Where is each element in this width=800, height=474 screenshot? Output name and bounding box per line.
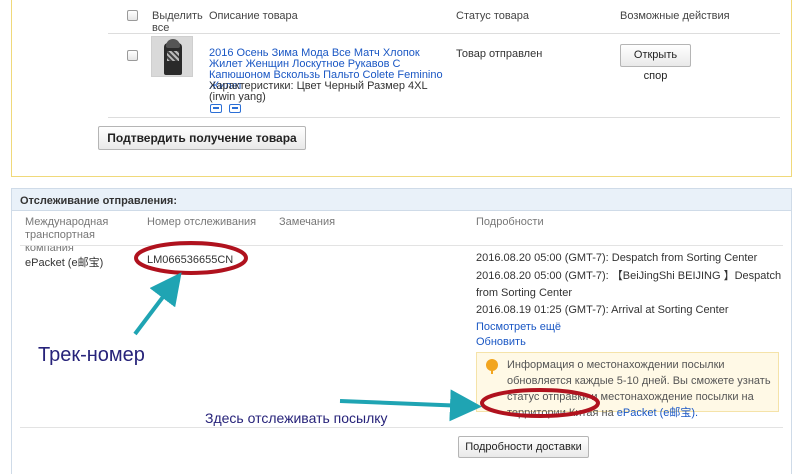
tracking-event: 2016.08.20 05:00 (GMT-7): Despatch from … — [476, 252, 758, 264]
tracking-number: LM066536655CN — [147, 254, 234, 266]
actions-column-header: Возможные действия — [620, 10, 730, 22]
confirm-receipt-button[interactable]: Подтвердить получение товара — [98, 126, 306, 150]
info-text: Информация о местонахождении посылки обн… — [507, 357, 775, 421]
item-status: Товар отправлен — [456, 48, 543, 60]
product-attributes: Характеристики: Цвет Черный Размер 4XL (… — [209, 80, 428, 103]
delivery-details-button[interactable]: Подробности доставки — [458, 436, 589, 458]
carrier-column-header: Международная транспортная компания — [25, 216, 109, 254]
track-here-annotation: Здесь отслеживать посылку — [205, 410, 388, 426]
epacket-link[interactable]: ePacket (e邮宝). — [617, 407, 698, 419]
track-number-annotation: Трек-номер — [38, 344, 145, 366]
divider — [108, 33, 780, 34]
status-column-header: Статус товара — [456, 10, 529, 22]
select-all-label: Выделить все — [152, 10, 203, 34]
tracking-event: 2016.08.19 01:25 (GMT-7): Arrival at Sor… — [476, 304, 729, 316]
open-dispute-button[interactable]: Открыть спор — [620, 44, 691, 82]
tracking-event: 2016.08.20 05:00 (GMT-7): 【BeiJingShi BE… — [476, 270, 782, 299]
divider — [20, 245, 783, 246]
see-more-link[interactable]: Посмотреть ещё — [476, 321, 561, 333]
refresh-link[interactable]: Обновить — [476, 336, 526, 348]
number-column-header: Номер отслеживания — [147, 216, 257, 228]
info-pin-icon — [486, 359, 498, 374]
tracking-title: Отслеживание отправления: — [20, 195, 177, 207]
item-checkbox[interactable] — [127, 50, 138, 61]
select-all-checkbox[interactable] — [127, 10, 138, 21]
divider — [108, 117, 780, 118]
product-thumbnail[interactable] — [151, 36, 193, 77]
details-column-header: Подробности — [476, 216, 544, 228]
shipping-icon[interactable] — [210, 104, 222, 113]
notes-column-header: Замечания — [279, 216, 336, 228]
description-column-header: Описание товара — [209, 10, 298, 22]
card-icon[interactable] — [229, 104, 241, 113]
divider — [20, 427, 783, 428]
carrier-name: ePacket (e邮宝) — [25, 257, 104, 269]
